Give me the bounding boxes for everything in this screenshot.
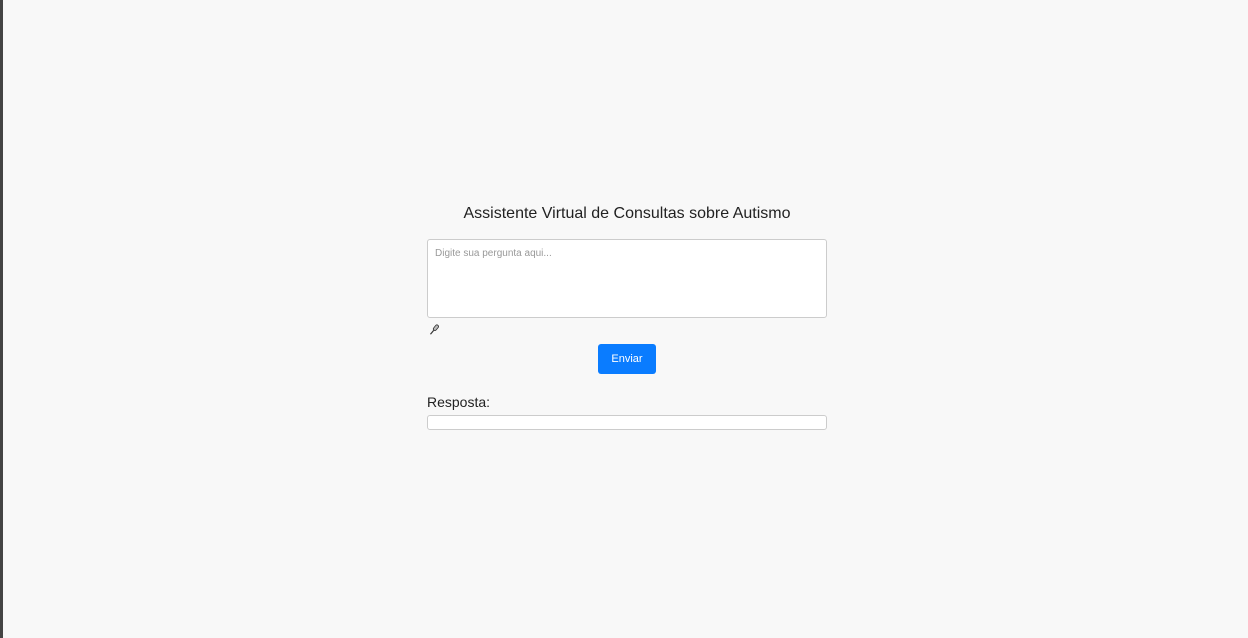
question-input[interactable] — [427, 239, 827, 318]
page-title: Assistente Virtual de Consultas sobre Au… — [463, 205, 791, 222]
window-left-border — [0, 0, 3, 638]
button-row: Enviar — [427, 344, 827, 384]
mic-row — [427, 318, 827, 344]
answer-output — [427, 415, 827, 430]
assistant-panel: Assistente Virtual de Consultas sobre Au… — [427, 200, 827, 430]
send-button[interactable]: Enviar — [598, 344, 656, 374]
microphone-icon[interactable] — [427, 323, 441, 337]
answer-label: Resposta: — [427, 394, 491, 410]
